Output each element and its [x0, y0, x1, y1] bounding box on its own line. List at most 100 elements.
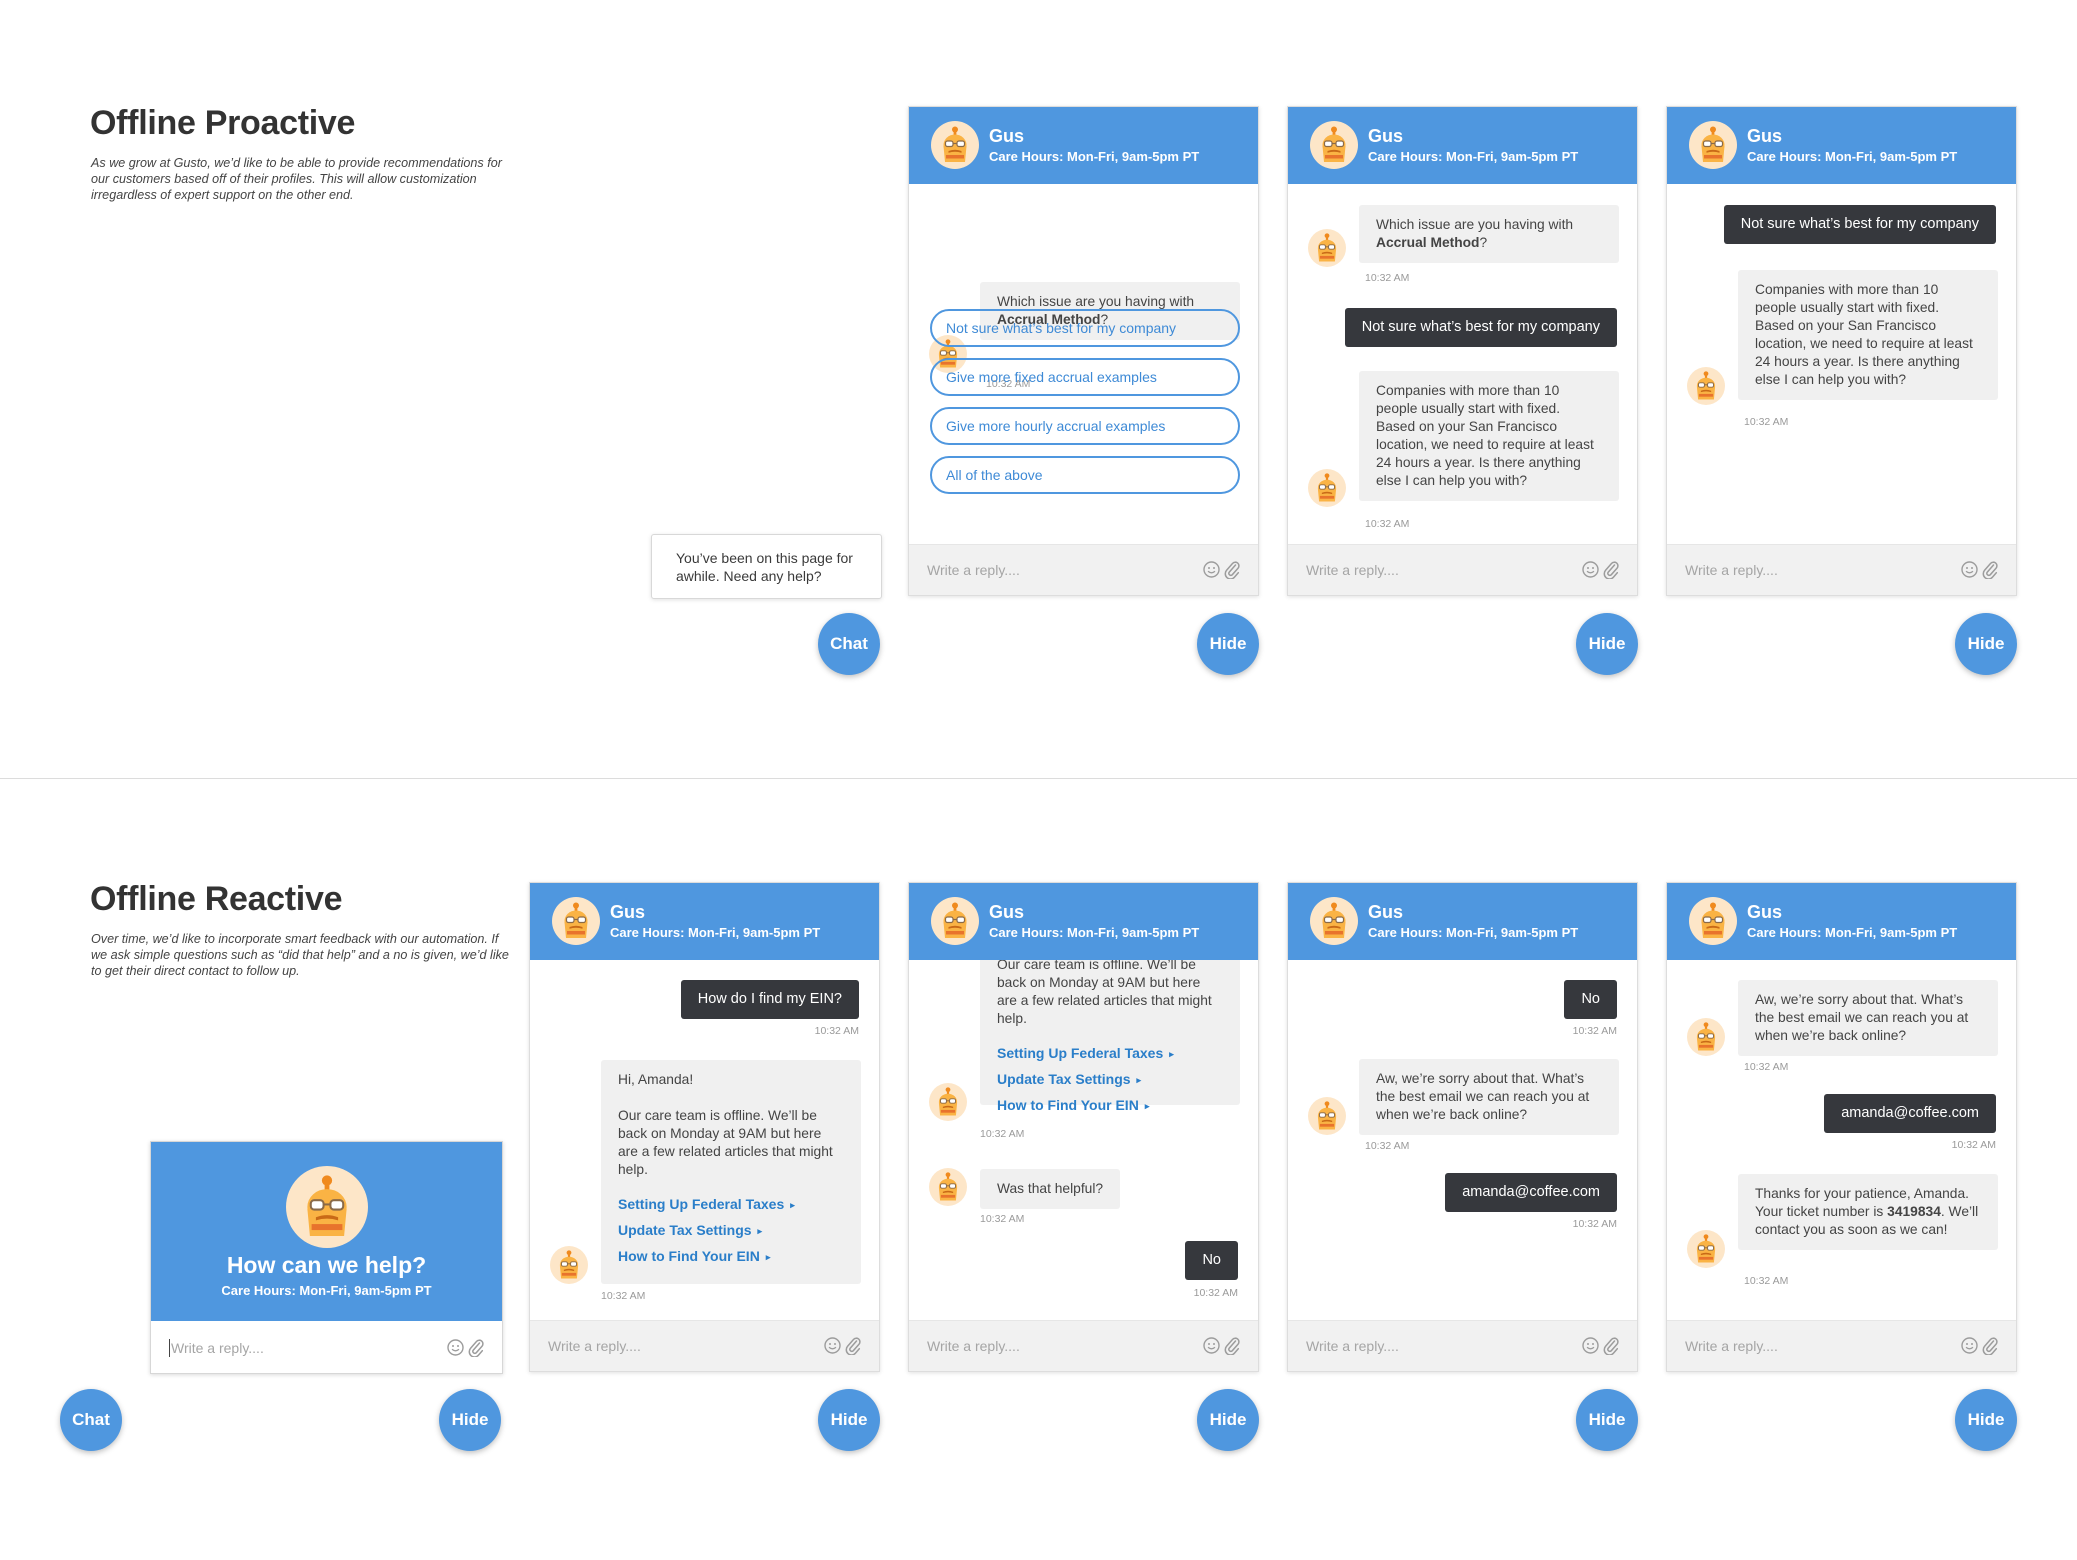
- article-link-tax-settings[interactable]: Update Tax Settings ▸: [618, 1218, 844, 1244]
- timestamp: 10:32 AM: [601, 1290, 646, 1302]
- gus-avatar-icon: [286, 1166, 368, 1248]
- smile-icon[interactable]: [824, 1337, 841, 1354]
- gus-avatar-icon: [931, 121, 979, 169]
- gus-avatar-icon: [931, 897, 979, 945]
- welcome-title: How can we help?: [226, 1252, 427, 1278]
- article-link-federal-taxes[interactable]: Setting Up Federal Taxes ▸: [997, 1041, 1223, 1067]
- reply-input[interactable]: Write a reply....: [548, 1338, 641, 1354]
- chat-panel-ticket: Gus Care Hours: Mon-Fri, 9am-5pm PT Aw, …: [1666, 882, 2017, 1372]
- hide-button[interactable]: Hide: [439, 1389, 501, 1451]
- reply-input[interactable]: Write a reply....: [927, 562, 1020, 578]
- gus-avatar-icon: [1308, 469, 1346, 507]
- smile-icon[interactable]: [1203, 561, 1220, 578]
- welcome-header: How can we help? Care Hours: Mon-Fri, 9a…: [151, 1142, 502, 1321]
- reply-composer: Write a reply....: [909, 544, 1258, 595]
- paperclip-icon[interactable]: [1603, 560, 1619, 579]
- chat-header: Gus Care Hours: Mon-Fri, 9am-5pm PT: [909, 883, 1258, 960]
- proactive-toast[interactable]: You’ve been on this page for awhile. Nee…: [651, 534, 882, 599]
- paperclip-icon[interactable]: [1982, 1336, 1998, 1355]
- article-link-find-ein[interactable]: How to Find Your EIN ▸: [618, 1244, 844, 1270]
- reply-input[interactable]: Write a reply....: [1685, 1338, 1778, 1354]
- gus-avatar-icon: [550, 1246, 588, 1284]
- timestamp: 10:32 AM: [1572, 1025, 1617, 1037]
- gus-avatar-icon: [1308, 229, 1346, 267]
- hide-button[interactable]: Hide: [1955, 1389, 2017, 1451]
- chat-body: Aw, we’re sorry about that. What’s the b…: [1667, 883, 2016, 1322]
- paperclip-icon[interactable]: [845, 1336, 861, 1355]
- reactive-title: Offline Reactive: [90, 880, 343, 918]
- reactive-description: Over time, we’d like to incorporate smar…: [91, 932, 509, 978]
- reply-input[interactable]: Write a reply....: [171, 1340, 264, 1356]
- reply-composer: Write a reply....: [1288, 1320, 1637, 1371]
- caret-right-icon: ▸: [757, 1226, 763, 1236]
- gus-avatar-icon: [1687, 1230, 1725, 1268]
- timestamp: 10:32 AM: [1744, 416, 1789, 428]
- bot-question-bubble: Which issue are you having with Accrual …: [1359, 205, 1619, 263]
- agent-name: Gus: [989, 126, 1025, 146]
- reply-input[interactable]: Write a reply....: [1306, 562, 1399, 578]
- bot-helpful-bubble: Was that helpful?: [980, 1169, 1121, 1209]
- smile-icon[interactable]: [447, 1339, 464, 1356]
- bot-sorry-bubble: Aw, we’re sorry about that. What’s the b…: [1738, 980, 1998, 1056]
- paperclip-icon[interactable]: [1603, 1336, 1619, 1355]
- paperclip-icon[interactable]: [468, 1338, 484, 1357]
- hide-button[interactable]: Hide: [818, 1389, 880, 1451]
- chat-button[interactable]: Chat: [818, 613, 880, 675]
- bot-answer-bubble: Companies with more than 10 people usual…: [1738, 270, 1998, 400]
- hide-button[interactable]: Hide: [1576, 1389, 1638, 1451]
- timestamp: 10:32 AM: [1365, 272, 1410, 284]
- agent-name: Gus: [989, 902, 1025, 922]
- paperclip-icon[interactable]: [1224, 1336, 1240, 1355]
- chat-panel-scrolled: Gus Care Hours: Mon-Fri, 9am-5pm PT Not …: [1666, 106, 2017, 596]
- option-not-sure[interactable]: Not sure what’s best for my company: [930, 309, 1240, 347]
- hide-button[interactable]: Hide: [1197, 613, 1259, 675]
- gus-avatar-icon: [929, 1168, 967, 1206]
- article-link-federal-taxes[interactable]: Setting Up Federal Taxes ▸: [618, 1192, 844, 1218]
- care-hours: Care Hours: Mon-Fri, 9am-5pm PT: [989, 149, 1200, 164]
- ticket-number: 3419834: [1887, 1204, 1941, 1219]
- hide-button[interactable]: Hide: [1576, 613, 1638, 675]
- user-reply-bubble: Not sure what’s best for my company: [1344, 308, 1617, 347]
- reply-input[interactable]: Write a reply....: [1306, 1338, 1399, 1354]
- bot-ticket-bubble: Thanks for your patience, Amanda. Your t…: [1738, 1174, 1998, 1250]
- gus-avatar-icon: [1687, 1018, 1725, 1056]
- proactive-title: Offline Proactive: [90, 104, 356, 142]
- reply-composer: Write a reply....: [530, 1320, 879, 1371]
- option-fixed-examples[interactable]: Give more fixed accrual examples: [930, 358, 1240, 396]
- reply-composer: Write a reply....: [1667, 1320, 2016, 1371]
- reply-composer: Write a reply....: [909, 1320, 1258, 1371]
- article-link-find-ein[interactable]: How to Find Your EIN ▸: [997, 1093, 1223, 1119]
- timestamp: 10:32 AM: [1951, 1139, 1996, 1151]
- smile-icon[interactable]: [1203, 1337, 1220, 1354]
- text-caret: [169, 1339, 170, 1357]
- caret-right-icon: ▸: [1136, 1075, 1142, 1085]
- smile-icon[interactable]: [1582, 1337, 1599, 1354]
- chat-panel-answer: Gus Care Hours: Mon-Fri, 9am-5pm PT Whic…: [1287, 106, 1638, 596]
- option-all[interactable]: All of the above: [930, 456, 1240, 494]
- chat-header: Gus Care Hours: Mon-Fri, 9am-5pm PT: [909, 107, 1258, 184]
- paperclip-icon[interactable]: [1982, 560, 1998, 579]
- reply-input[interactable]: Write a reply....: [927, 1338, 1020, 1354]
- hide-button[interactable]: Hide: [1955, 613, 2017, 675]
- paperclip-icon[interactable]: [1224, 560, 1240, 579]
- smile-icon[interactable]: [1961, 561, 1978, 578]
- chat-body: How do I find my EIN? 10:32 AM Hi, Amand…: [530, 883, 879, 1322]
- reply-composer: Write a reply....: [1667, 544, 2016, 595]
- user-no-bubble: No: [1185, 1241, 1238, 1280]
- chat-panel-options: Gus Care Hours: Mon-Fri, 9am-5pm PT Whic…: [908, 106, 1259, 596]
- chat-body: Which issue are you having with Accrual …: [1288, 107, 1637, 546]
- chat-button[interactable]: Chat: [60, 1389, 122, 1451]
- article-link-tax-settings[interactable]: Update Tax Settings ▸: [997, 1067, 1223, 1093]
- smile-icon[interactable]: [1582, 561, 1599, 578]
- proactive-description: As we grow at Gusto, we’d like to be abl…: [91, 156, 502, 202]
- offline-text: back on Monday at 9AM but here are a few…: [997, 975, 1212, 1026]
- caret-right-icon: ▸: [765, 1252, 771, 1262]
- hide-button[interactable]: Hide: [1197, 1389, 1259, 1451]
- gus-avatar-icon: [929, 1083, 967, 1121]
- reply-input[interactable]: Write a reply....: [1685, 562, 1778, 578]
- timestamp: 10:32 AM: [1193, 1287, 1238, 1299]
- option-hourly-examples[interactable]: Give more hourly accrual examples: [930, 407, 1240, 445]
- greeting-text: Hi, Amanda!: [618, 1072, 694, 1087]
- smile-icon[interactable]: [1961, 1337, 1978, 1354]
- timestamp: 10:32 AM: [1572, 1218, 1617, 1230]
